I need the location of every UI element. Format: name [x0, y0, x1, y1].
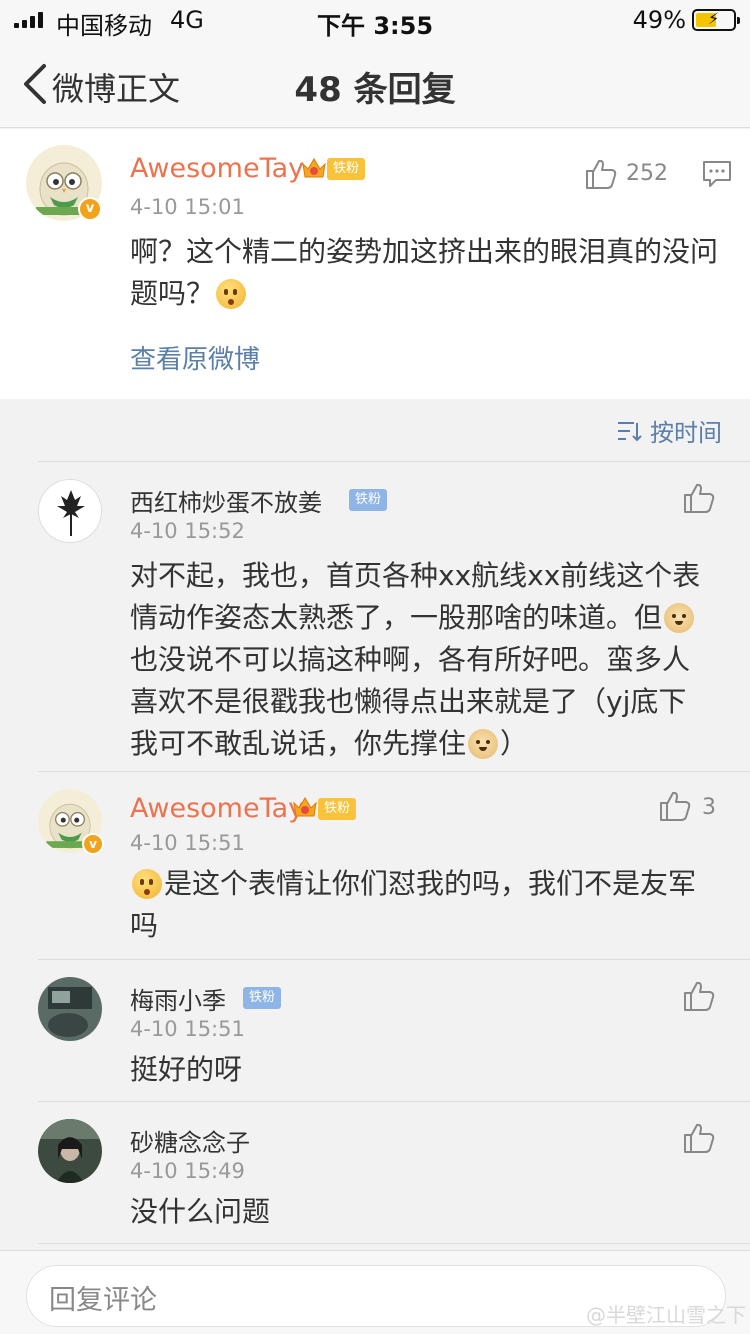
comment-icon[interactable] — [702, 160, 732, 188]
timestamp: 4-10 15:49 — [130, 1159, 245, 1183]
comment-text: 啊？这个精二的姿势加这挤出来的眼泪真的没问题吗？ — [130, 235, 719, 310]
reply-text: 对不起，我也，首页各种xx航线xx前线这个表情动作姿态太熟悉了，一股那啥的味道。… — [130, 559, 701, 760]
like-count: 3 — [702, 795, 716, 820]
crown-icon — [302, 158, 326, 178]
sort-icon — [618, 421, 642, 441]
fan-badge: 铁粉 — [318, 798, 357, 820]
timestamp: 4-10 15:51 — [130, 831, 245, 855]
fan-badge: 铁粉 — [327, 158, 366, 180]
doge-emoji — [468, 729, 499, 759]
thumbs-up-icon[interactable] — [658, 789, 692, 823]
verified-icon: v — [78, 197, 102, 221]
fan-badge: 铁粉 — [349, 489, 388, 511]
crown-icon — [293, 797, 317, 817]
username[interactable]: AwesomeTay — [130, 153, 304, 184]
timestamp: 4-10 15:01 — [130, 195, 245, 219]
thumbs-up-icon[interactable] — [584, 157, 618, 191]
reply-text: 挺好的呀 — [130, 1053, 243, 1086]
reply-text: 是这个表情让你们怼我的吗，我们不是友军吗 — [130, 867, 697, 942]
username[interactable]: 西红柿炒蛋不放姜 — [130, 483, 322, 518]
reply-text: 没什么问题 — [130, 1195, 271, 1228]
reply-bar: 回复评论 @半壁江山雪之下 — [0, 1250, 750, 1334]
battery-percent: 49% — [632, 6, 686, 34]
timestamp: 4-10 15:51 — [130, 1017, 245, 1041]
thinking-emoji — [132, 869, 162, 899]
username[interactable]: AwesomeTay — [130, 793, 304, 824]
thumbs-up-icon[interactable] — [682, 979, 716, 1013]
reply-list: 西红柿炒蛋不放姜 铁粉 4-10 15:52 对不起，我也，首页各种xx航线xx… — [0, 455, 750, 1255]
doge-emoji — [664, 603, 695, 633]
list-item: 梅雨小季 铁粉 4-10 15:51 挺好的呀 — [0, 959, 750, 1101]
verified-icon: v — [82, 833, 104, 855]
divider — [38, 1243, 750, 1244]
like-count: 252 — [626, 161, 668, 186]
page-title: 48 条回复 — [294, 70, 456, 110]
list-item: v AwesomeTay 铁粉 4-10 15:51 3 是这个表情让你们怼我的… — [0, 771, 750, 961]
fan-badge: 铁粉 — [243, 987, 282, 1009]
timestamp: 4-10 15:52 — [130, 519, 245, 543]
avatar[interactable] — [38, 479, 102, 543]
view-original-link[interactable]: 查看原微博 — [130, 339, 260, 376]
status-bar: 中国移动 4G 下午 3:55 49% ⚡ — [0, 0, 750, 40]
thumbs-up-icon[interactable] — [682, 1121, 716, 1155]
battery-icon: ⚡ — [692, 9, 740, 31]
nav-bar: 微博正文 48 条回复 — [0, 40, 750, 128]
username[interactable]: 砂糖念念子 — [130, 1123, 250, 1158]
main-comment: v AwesomeTay 铁粉 4-10 15:01 252 啊？这个精二的姿势… — [0, 129, 750, 399]
sort-label: 按时间 — [650, 419, 722, 447]
list-item: 西红柿炒蛋不放姜 铁粉 4-10 15:52 对不起，我也，首页各种xx航线xx… — [0, 461, 750, 771]
avatar[interactable] — [38, 1119, 102, 1183]
thumbs-up-icon[interactable] — [682, 481, 716, 515]
thinking-emoji — [216, 279, 247, 309]
watermark: @半壁江山雪之下 — [586, 1303, 746, 1327]
username[interactable]: 梅雨小季 — [130, 981, 226, 1016]
sort-by-time-button[interactable]: 按时间 — [616, 413, 722, 448]
list-item: 砂糖念念子 4-10 15:49 没什么问题 — [0, 1101, 750, 1243]
avatar[interactable] — [38, 977, 102, 1041]
